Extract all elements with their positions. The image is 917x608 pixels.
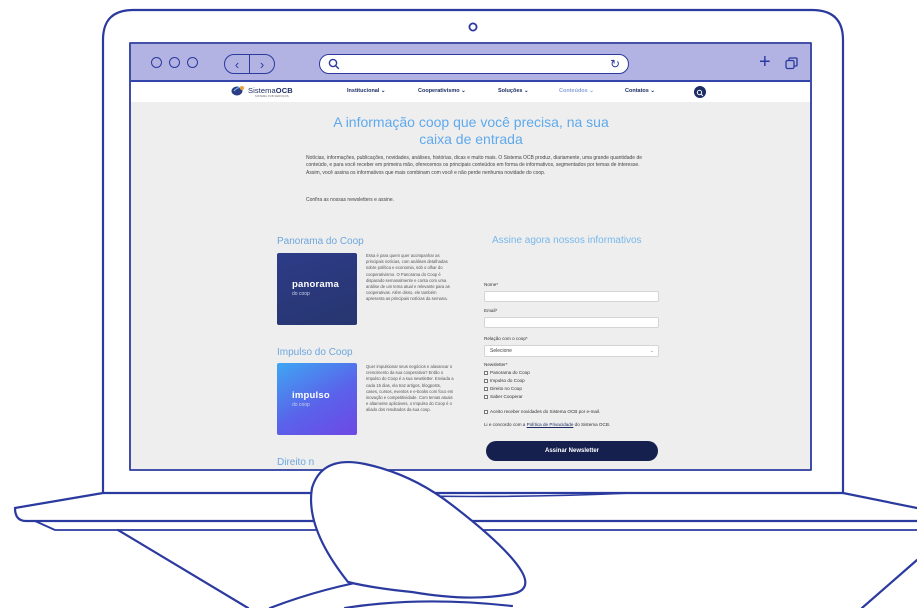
tabs-overview-icon[interactable] [785,57,798,75]
cta-text: Confira as nossas newsletters e assine. [306,197,395,203]
email-field[interactable] [484,317,659,328]
window-controls [151,57,198,68]
panorama-tile: panorama do coop [277,253,357,325]
nav-cooperativismo[interactable]: Cooperativismo ⌄ [418,88,466,94]
reload-icon[interactable]: ↻ [610,56,620,72]
panorama-title: Panorama do Coop [277,236,364,247]
form-title: Assine agora nossos informativos [492,235,642,246]
relation-selected-value: Selecione [490,348,512,354]
new-tab-button[interactable]: + [759,52,771,72]
impulso-tile-label: impulso [292,390,330,401]
impulso-description: Quer impulsionar seus negócios e alavanc… [366,364,454,413]
checkbox-panorama[interactable]: Panorama do Coop [484,370,530,375]
checkbox-box[interactable] [484,409,488,414]
logo-tagline: SISTEMA OCB SERVIÇOS [255,95,289,98]
chevron-down-icon: ⌄ [649,348,654,354]
subscribe-button[interactable]: Assinar Newsletter [486,441,658,461]
nav-contatos[interactable]: Contatos ⌄ [625,88,655,94]
forward-button[interactable]: › [249,55,274,73]
impulso-title: Impulso do Coop [277,347,353,358]
nav-conteudos[interactable]: Conteúdos ⌄ [559,88,594,94]
checkbox-box[interactable] [484,370,488,375]
checkbox-impulso[interactable]: Impulso do Coop [484,378,525,383]
checkbox-label: Panorama do Coop [490,370,530,375]
checkbox-direito[interactable]: Direito no Coop [484,386,522,391]
relation-label: Relação com o coop* [484,336,528,341]
browser-window: ‹ › ↻ + SistemaOCB SISTEMA OCB SERVIÇOS … [131,44,810,469]
logo-wordmark: SistemaOCB [248,86,293,95]
checkbox-label: Saber Cooperar [490,394,523,399]
intro-paragraph: Notícias, informações, publicações, novi… [306,155,643,176]
browser-toolbar: ‹ › ↻ + [131,44,810,82]
window-maximize-dot[interactable] [187,57,198,68]
name-field[interactable] [484,291,659,302]
ocb-logo-icon [231,86,244,96]
back-button[interactable]: ‹ [225,55,249,73]
checkbox-box[interactable] [484,394,488,399]
impulso-tile-sublabel: do coop [292,402,310,408]
panorama-tile-label: panorama [292,279,340,290]
panorama-description: Essa é para quem quer acompanhar as prin… [366,253,450,302]
consent-label: Aceito receber novidades do Sistema OCB … [490,409,601,414]
address-bar[interactable]: ↻ [319,54,629,74]
name-label: Nome* [484,282,499,287]
window-minimize-dot[interactable] [169,57,180,68]
nav-institucional[interactable]: Institucional ⌄ [347,88,386,94]
checkbox-label: Impulso do Coop [490,378,525,383]
privacy-policy-link[interactable]: Política de Privacidade [527,422,574,427]
site-header: SistemaOCB SISTEMA OCB SERVIÇOS Instituc… [131,82,810,102]
direito-title: Direito n [277,457,315,468]
privacy-text: Li e concordo com a Política de Privacid… [484,422,611,427]
checkbox-saber[interactable]: Saber Cooperar [484,394,523,399]
checkbox-box[interactable] [484,378,488,383]
site-search-button[interactable] [694,86,706,98]
history-buttons: ‹ › [224,54,275,74]
impulso-tile: impulso do coop [277,363,357,435]
nav-solucoes[interactable]: Soluções ⌄ [498,88,529,94]
search-icon [328,57,340,75]
page-title: A informação coop que você precisa, na s… [333,114,609,147]
search-icon [696,89,704,97]
checkbox-consent[interactable]: Aceito receber novidades do Sistema OCB … [484,409,600,414]
checkbox-box[interactable] [484,386,488,391]
checkbox-label: Direito no Coop [490,386,522,391]
email-label: Email* [484,308,498,313]
newsletter-label: Newsletter* [484,362,508,367]
relation-select[interactable]: Selecione ⌄ [484,345,659,357]
window-close-dot[interactable] [151,57,162,68]
panorama-tile-sublabel: do coop [292,291,310,297]
